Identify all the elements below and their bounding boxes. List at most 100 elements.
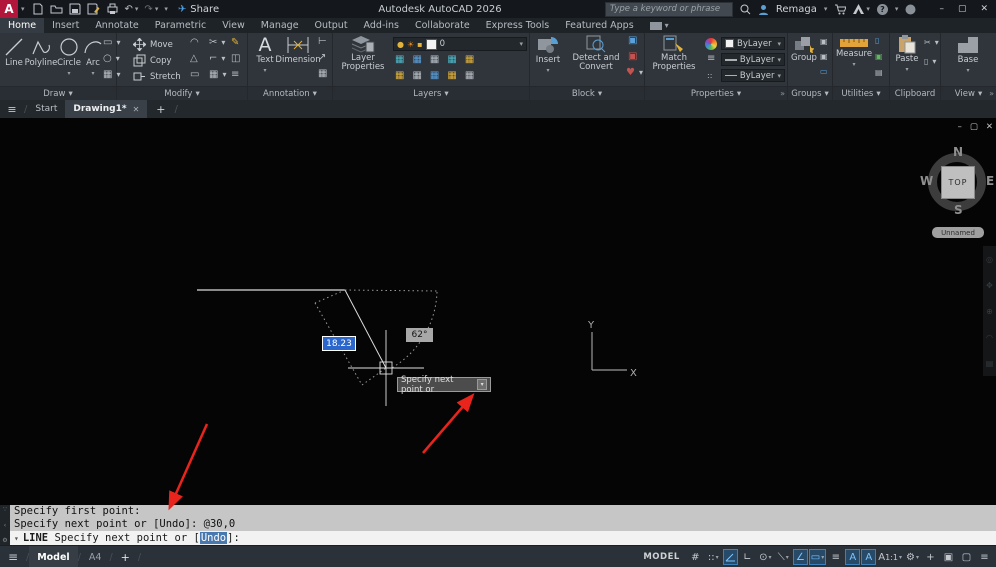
command-collapse-icon[interactable]: ‹ — [4, 522, 6, 529]
showmotion-icon[interactable]: ▤ — [986, 359, 994, 368]
maximize-button[interactable]: ▢ — [958, 4, 967, 14]
color-wheel-icon[interactable] — [705, 38, 717, 50]
quick-calc-button[interactable]: ▣ — [875, 52, 883, 62]
lineweight-toggle[interactable]: ≡ — [827, 549, 844, 565]
dynamic-input-toggle[interactable] — [722, 549, 738, 565]
close-button[interactable]: ✕ — [980, 4, 988, 14]
detect-convert-button[interactable]: Detect and Convert — [568, 35, 624, 72]
dim-linear-button[interactable]: ⊢ — [318, 37, 327, 47]
new-drawing-button[interactable]: + — [147, 100, 174, 118]
ungroup-button[interactable]: ▣ — [820, 37, 828, 47]
drawing-canvas[interactable]: Y X – ▢ ✕ 18.23 62° Specify next point o… — [0, 118, 996, 505]
viewcube-east[interactable]: E — [986, 174, 994, 188]
layout-menu-icon[interactable]: ≡ — [0, 550, 26, 564]
panel-label-block[interactable]: Block ▾ — [530, 86, 644, 100]
arc-button[interactable]: Arc ▾ — [82, 36, 104, 78]
status-bar-menu-icon[interactable]: ≡ — [976, 549, 993, 565]
erase-button[interactable]: ✎ — [231, 38, 239, 48]
layer-dropdown[interactable]: ● ☀ ▪ 0 ▾ — [393, 37, 527, 51]
close-tab-icon[interactable]: ✕ — [133, 105, 140, 114]
share-button[interactable]: ✈ Share — [178, 4, 219, 15]
add-toggle-button[interactable]: + — [922, 549, 939, 565]
rotate-button[interactable]: ◠ — [190, 38, 199, 48]
dimension-button[interactable]: Dimension — [275, 35, 321, 65]
layer-tools-row-1[interactable]: ▦ ▦ ▦ ▦ ▦ — [395, 55, 474, 65]
trim-button[interactable]: ✂ ▾ — [209, 38, 225, 48]
layer-properties-button[interactable]: Layer Properties — [337, 35, 389, 72]
tab-manage[interactable]: Manage — [253, 18, 307, 33]
annotation-scale-control[interactable]: A 1:1 ▾ — [877, 549, 903, 565]
block-favorites-button[interactable]: ♥ ▾ — [626, 68, 643, 78]
layer-tools-row-2[interactable]: ▦ ▦ ▦ ▦ ▦ — [395, 71, 474, 81]
object-color-dropdown[interactable]: ByLayer ▾ — [721, 37, 785, 50]
command-customize-icon[interactable]: ⚙ — [2, 537, 7, 544]
tab-featured-apps[interactable]: Featured Apps — [557, 18, 641, 33]
point-style-button[interactable]: ▤ — [875, 68, 883, 78]
group-edit-button[interactable]: ▣ — [820, 52, 828, 62]
move-button[interactable]: Move — [133, 38, 173, 51]
user-avatar-icon[interactable] — [758, 4, 769, 15]
tab-output[interactable]: Output — [307, 18, 356, 33]
viewcube-west[interactable]: W — [920, 174, 933, 188]
match-properties-button[interactable]: Match Properties — [647, 35, 701, 72]
autodesk-apps-icon[interactable]: ▾ — [853, 4, 870, 14]
tab-addins[interactable]: Add-ins — [356, 18, 407, 33]
panel-label-modify[interactable]: Modify ▾ — [117, 86, 247, 100]
help-chevron-icon[interactable]: ▾ — [895, 5, 899, 13]
explode-button[interactable]: ◫ — [231, 54, 240, 64]
open-file-button[interactable] — [50, 3, 63, 15]
text-button[interactable]: A Text ▾ — [252, 35, 278, 75]
qat-customize-chevron-icon[interactable]: ▾ — [164, 5, 168, 13]
polar-tracking-toggle[interactable]: ⊙ ▾ — [757, 549, 774, 565]
drawing-minimize-icon[interactable]: – — [958, 122, 962, 132]
model-tab[interactable]: Model — [29, 546, 78, 567]
copy-clip-button[interactable]: ▯ ▾ — [924, 57, 936, 67]
block-attrib-button[interactable]: ▣ — [628, 52, 637, 62]
panel-label-groups[interactable]: Groups ▾ — [788, 86, 832, 100]
lineweight-dropdown[interactable]: ByLayer ▾ — [721, 53, 785, 66]
command-history-icon[interactable]: ∵ — [3, 506, 7, 513]
chevron-down-icon[interactable]: ▾ — [21, 5, 25, 13]
panel-overflow-icon[interactable]: » — [780, 89, 785, 98]
user-menu-chevron-icon[interactable]: ▾ — [824, 5, 828, 13]
tab-view[interactable]: View — [214, 18, 253, 33]
insert-block-button[interactable]: Insert ▾ — [533, 35, 563, 75]
grid-toggle[interactable]: # — [687, 549, 704, 565]
drawing-close-icon[interactable]: ✕ — [986, 122, 993, 132]
help-icon[interactable]: ? — [876, 3, 888, 15]
ortho-toggle[interactable]: ∟ — [739, 549, 756, 565]
customization-gear[interactable]: ⚙ ▾ — [904, 549, 921, 565]
clean-screen-toggle[interactable]: ▢ — [958, 549, 975, 565]
snap-toggle[interactable]: :: ▾ — [705, 549, 722, 565]
assistant-icon[interactable] — [905, 4, 916, 15]
new-layout-button[interactable]: + — [113, 551, 138, 564]
block-edit-button[interactable]: ▣ — [628, 36, 637, 46]
user-name[interactable]: Remaga — [776, 4, 817, 15]
array-button[interactable]: ▦ ▾ — [209, 70, 226, 80]
panel-label-utilities[interactable]: Utilities ▾ — [833, 86, 889, 100]
linetype-dropdown[interactable]: ByLayer ▾ — [721, 69, 785, 82]
isodraft-toggle[interactable]: ⟍ ▾ — [775, 549, 792, 565]
isolate-objects-toggle[interactable]: ▣ — [940, 549, 957, 565]
command-history[interactable]: Specify first point: Specify next point … — [10, 505, 996, 531]
save-button[interactable] — [69, 3, 81, 15]
group-selection-toggle[interactable]: ▭ — [820, 67, 828, 77]
stretch-button[interactable]: Stretch — [133, 70, 181, 83]
panel-label-properties[interactable]: Properties ▾» — [645, 86, 787, 100]
panel-overflow-icon[interactable]: » — [989, 89, 994, 98]
new-file-button[interactable] — [32, 3, 44, 15]
copy-button[interactable]: Copy — [133, 54, 172, 67]
panel-label-clipboard[interactable]: Clipboard — [890, 86, 940, 100]
autocad-logo-icon[interactable]: A — [0, 0, 18, 18]
tab-drawing1[interactable]: Drawing1* ✕ — [65, 100, 148, 118]
tab-parametric[interactable]: Parametric — [147, 18, 214, 33]
undo-button[interactable]: ↶ ▾ — [125, 4, 139, 15]
table-button[interactable]: ▦ — [318, 69, 327, 79]
search-input[interactable] — [604, 1, 733, 17]
viewcube-south[interactable]: S — [954, 203, 963, 217]
tab-start[interactable]: Start — [27, 100, 65, 118]
dynamic-input-distance[interactable]: 18.23 — [322, 336, 356, 351]
model-space-badge[interactable]: MODEL — [643, 552, 679, 562]
recent-commands-icon[interactable]: ▾ — [14, 534, 19, 543]
scale-button[interactable]: ▭ — [190, 70, 199, 80]
